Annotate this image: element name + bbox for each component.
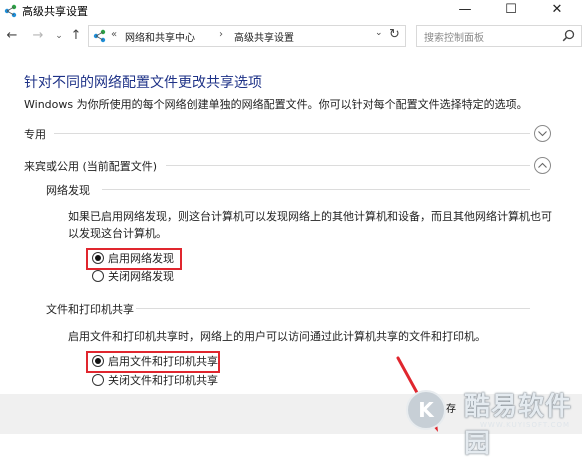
save-button-partial[interactable]: 存: [446, 400, 456, 415]
logo-badge: K: [406, 390, 446, 430]
watermark-logo: K 存 酷易软件园 WWW.KUYISOFT.COM: [406, 384, 582, 459]
logo-url: WWW.KUYISOFT.COM: [480, 421, 571, 429]
annotation-arrow: [396, 356, 438, 432]
logo-badge-letter: K: [418, 398, 434, 422]
